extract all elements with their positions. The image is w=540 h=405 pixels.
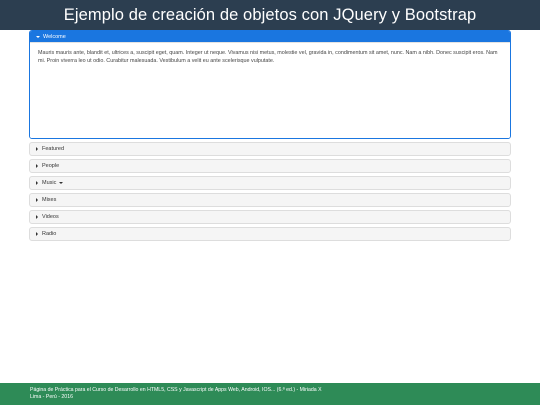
caret-right-icon bbox=[36, 164, 38, 168]
caret-right-icon bbox=[36, 198, 38, 202]
page-title: Ejemplo de creación de objetos con JQuer… bbox=[63, 5, 477, 24]
footer-location-line: Lima - Perú - 2016 bbox=[30, 393, 73, 400]
accordion: Welcome Mauris mauris ante, blandit et, … bbox=[29, 30, 511, 242]
caret-right-icon bbox=[36, 215, 38, 219]
panel-heading-people[interactable]: People bbox=[30, 160, 510, 172]
panel-radio: Radio bbox=[29, 227, 511, 241]
panel-welcome: Welcome Mauris mauris ante, blandit et, … bbox=[29, 30, 511, 139]
panel-videos: Videos bbox=[29, 210, 511, 224]
panel-music: Music bbox=[29, 176, 511, 190]
panel-heading-radio[interactable]: Radio bbox=[30, 228, 510, 240]
panel-heading-welcome[interactable]: Welcome bbox=[30, 31, 510, 42]
panel-heading-mixes[interactable]: Mixes bbox=[30, 194, 510, 206]
panel-body-text: Mauris mauris ante, blandit et, ultrices… bbox=[38, 50, 498, 64]
panel-heading-label: Videos bbox=[42, 214, 59, 220]
panel-heading-label: People bbox=[42, 163, 60, 169]
footer-course-line: Página de Práctica para el Curso de Desa… bbox=[30, 387, 322, 393]
panel-heading-videos[interactable]: Videos bbox=[30, 211, 510, 223]
panel-heading-label: Welcome bbox=[43, 33, 66, 40]
panel-heading-music[interactable]: Music bbox=[30, 177, 510, 189]
panel-heading-featured[interactable]: Featured bbox=[30, 143, 510, 155]
page-footer: Página de Práctica para el Curso de Desa… bbox=[0, 383, 540, 405]
panel-featured: Featured bbox=[29, 142, 511, 156]
panel-heading-label: Mixes bbox=[42, 197, 57, 203]
caret-down-icon bbox=[36, 35, 40, 38]
panel-people: People bbox=[29, 159, 511, 173]
dropdown-caret-icon[interactable] bbox=[59, 182, 64, 184]
caret-right-icon bbox=[36, 181, 38, 185]
panel-heading-label: Music bbox=[42, 180, 57, 186]
panel-mixes: Mixes bbox=[29, 193, 511, 207]
caret-right-icon bbox=[36, 147, 38, 151]
page-header: Ejemplo de creación de objetos con JQuer… bbox=[0, 0, 540, 30]
panel-body-welcome: Mauris mauris ante, blandit et, ultrices… bbox=[30, 42, 510, 138]
panel-heading-label: Radio bbox=[42, 231, 57, 237]
panel-heading-label: Featured bbox=[42, 146, 65, 152]
caret-right-icon bbox=[36, 232, 38, 236]
